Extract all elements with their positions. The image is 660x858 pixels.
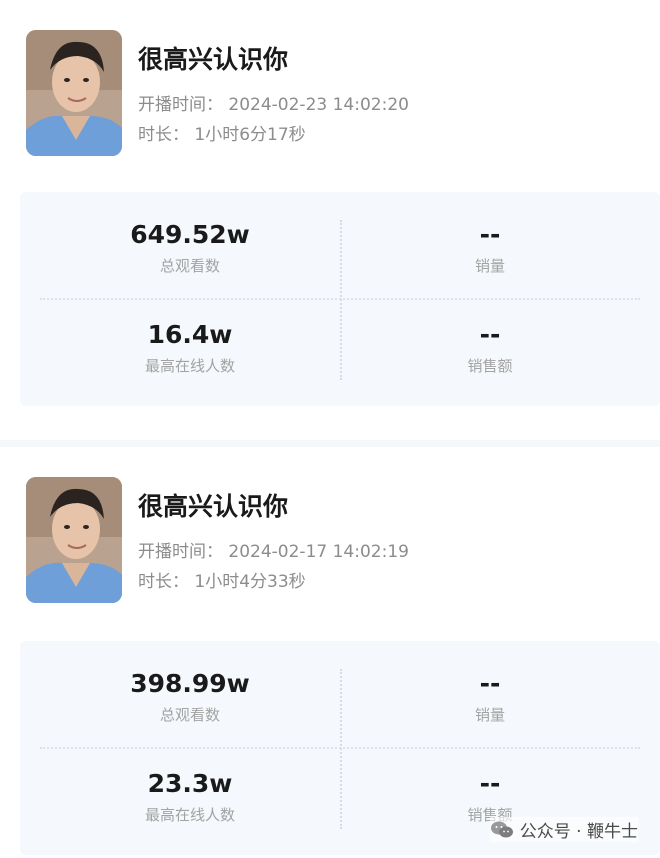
stat-value: --: [479, 769, 501, 798]
watermark-text: 公众号 · 鞭牛士: [519, 822, 638, 842]
stat-peak-online: 16.4w 最高在线人数: [40, 318, 340, 376]
stat-value: 398.99w: [130, 669, 250, 698]
stat-sales: -- 销量: [340, 218, 640, 276]
horizontal-divider: [40, 747, 640, 749]
stat-sales: -- 销量: [340, 667, 640, 725]
stat-total-views: 649.52w 总观看数: [40, 218, 340, 276]
stat-label: 最高在线人数: [144, 806, 235, 824]
start-time: 开播时间： 2024-02-23 14:02:20: [138, 95, 409, 115]
stat-label: 销量: [474, 706, 505, 724]
session-header: 很高兴认识你 开播时间： 2024-02-23 14:02:20 时长： 1小时…: [0, 0, 660, 170]
session-header: 很高兴认识你 开播时间： 2024-02-17 14:02:19 时长： 1小时…: [0, 447, 660, 617]
stat-label: 总观看数: [159, 257, 220, 275]
stat-label: 最高在线人数: [144, 357, 235, 375]
live-session-card[interactable]: 很高兴认识你 开播时间： 2024-02-17 14:02:19 时长： 1小时…: [0, 447, 660, 858]
duration: 时长： 1小时4分33秒: [138, 572, 306, 592]
session-title: 很高兴认识你: [138, 45, 289, 74]
start-time: 开播时间： 2024-02-17 14:02:19: [138, 542, 409, 562]
stat-value: 23.3w: [147, 769, 233, 798]
stat-label: 总观看数: [159, 706, 220, 724]
stat-value: --: [479, 220, 501, 249]
session-title: 很高兴认识你: [138, 492, 289, 521]
stat-label: 销量: [474, 257, 505, 275]
stat-label: 销售额: [467, 357, 513, 375]
avatar[interactable]: [26, 30, 122, 156]
wechat-icon: [490, 820, 514, 840]
stats-panel: 649.52w 总观看数 -- 销量 16.4w 最高在线人数 -- 销售额: [20, 192, 660, 406]
live-session-list: 很高兴认识你 开播时间： 2024-02-23 14:02:20 时长： 1小时…: [0, 0, 660, 858]
stat-sales-amount: -- 销售额: [340, 318, 640, 376]
stat-value: --: [479, 320, 501, 349]
stat-value: 16.4w: [147, 320, 233, 349]
stat-value: --: [479, 669, 501, 698]
stat-peak-online: 23.3w 最高在线人数: [40, 767, 340, 825]
watermark: 公众号 · 鞭牛士: [489, 817, 638, 842]
avatar[interactable]: [26, 477, 122, 603]
stat-value: 649.52w: [130, 220, 250, 249]
horizontal-divider: [40, 298, 640, 300]
live-session-card[interactable]: 很高兴认识你 开播时间： 2024-02-23 14:02:20 时长： 1小时…: [0, 0, 660, 440]
stat-total-views: 398.99w 总观看数: [40, 667, 340, 725]
section-divider: [0, 440, 660, 447]
duration: 时长： 1小时6分17秒: [138, 125, 306, 145]
